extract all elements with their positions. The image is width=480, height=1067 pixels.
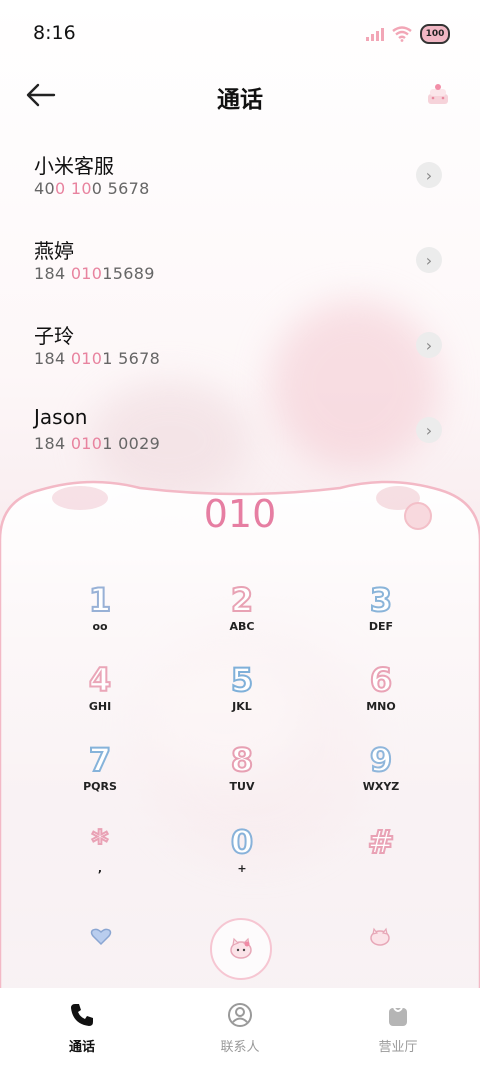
key-6[interactable]: 6 MNO <box>331 661 431 738</box>
phone-icon <box>71 1004 93 1026</box>
list-item[interactable]: Jason 184 0101 0029 › <box>0 395 480 480</box>
key-2[interactable]: 2 ABC <box>192 581 292 658</box>
tab-shop[interactable]: 营业厅 <box>348 1002 448 1055</box>
chevron-right-icon[interactable]: › <box>416 162 442 188</box>
key-star[interactable]: *, <box>50 823 150 900</box>
status-bar: 8:16 100 <box>0 0 480 68</box>
key-4[interactable]: 4 GHI <box>50 661 150 738</box>
tab-calls[interactable]: 通话 <box>32 1002 132 1055</box>
chevron-right-icon[interactable]: › <box>416 332 442 358</box>
key-hash[interactable]: # <box>331 823 431 900</box>
header: 通话 <box>0 68 480 124</box>
contact-name: 小米客服 <box>34 154 114 178</box>
battery-icon: 100 <box>420 24 450 44</box>
contacts-icon <box>228 1003 252 1027</box>
signal-icon <box>366 27 384 41</box>
key-8[interactable]: 8 TUV <box>192 741 292 818</box>
page-title: 通话 <box>217 87 263 113</box>
status-time: 8:16 <box>33 22 76 44</box>
tab-label: 营业厅 <box>378 1040 418 1055</box>
kitty-phone-icon <box>230 937 252 959</box>
key-5[interactable]: 5 JKL <box>192 661 292 738</box>
key-7[interactable]: 7 PQRS <box>50 741 150 818</box>
tab-label: 通话 <box>68 1040 95 1055</box>
tab-label: 联系人 <box>220 1040 260 1055</box>
contact-number: 184 0101 0029 <box>34 434 161 453</box>
status-icons: 100 <box>366 24 450 44</box>
wifi-icon <box>392 26 412 42</box>
contact-number: 184 01015689 <box>34 264 155 283</box>
suggestion-list: 小米客服 400 100 5678 › 燕婷 184 01015689 › 子玲… <box>0 140 480 480</box>
key-9[interactable]: 9 WXYZ <box>331 741 431 818</box>
key-3[interactable]: 3 DEF <box>331 581 431 658</box>
list-item[interactable]: 子玲 184 0101 5678 › <box>0 310 480 395</box>
call-button[interactable] <box>210 918 272 980</box>
heart-icon[interactable] <box>90 928 112 946</box>
shop-bag-icon <box>389 1007 407 1026</box>
key-1[interactable]: 1 ᴏᴏ <box>50 581 150 658</box>
key-0[interactable]: 0 + <box>192 823 292 900</box>
backspace-icon[interactable] <box>368 926 392 948</box>
chevron-right-icon[interactable]: › <box>416 247 442 273</box>
contact-name: 燕婷 <box>34 239 74 263</box>
flower-icon[interactable] <box>404 502 432 530</box>
contact-name: 子玲 <box>34 324 74 348</box>
list-item[interactable]: 燕婷 184 01015689 › <box>0 225 480 310</box>
list-item[interactable]: 小米客服 400 100 5678 › <box>0 140 480 225</box>
contact-number: 400 100 5678 <box>34 179 150 198</box>
contact-number: 184 0101 5678 <box>34 349 161 368</box>
tab-contacts[interactable]: 联系人 <box>190 1002 290 1055</box>
chevron-right-icon[interactable]: › <box>416 417 442 443</box>
contact-name: Jason <box>34 405 88 429</box>
cake-icon[interactable] <box>424 80 452 108</box>
bottom-tab-bar: 通话 联系人 营业厅 <box>0 988 480 1067</box>
